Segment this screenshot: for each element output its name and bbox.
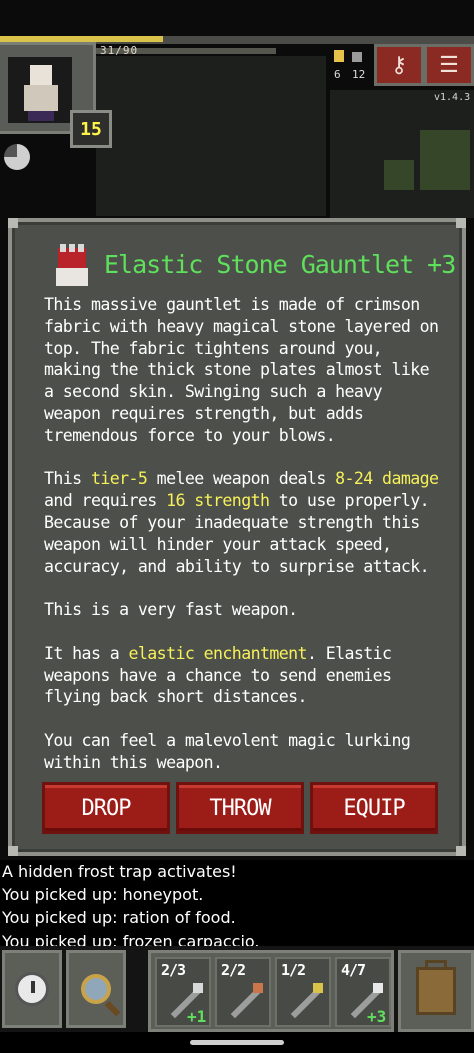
- moss-patch: [384, 160, 414, 190]
- gauntlet-icon: [52, 244, 92, 288]
- busy-indicator-icon: [4, 144, 30, 170]
- quickslot-charges: 1/2: [281, 961, 306, 979]
- stats-paragraph: This tier-5 melee weapon deals 8-24 dama…: [44, 468, 444, 577]
- stats-text: melee weapon deals: [147, 469, 336, 489]
- quickslot-bonus: +1: [187, 1007, 207, 1026]
- enchantment-highlight: elastic enchantment: [128, 643, 308, 663]
- hero-legs: [28, 111, 54, 121]
- version-label: v1.4.3: [434, 92, 471, 103]
- quickslot-charges: 4/7: [341, 961, 366, 979]
- level-badge: 15: [70, 110, 112, 148]
- quickslot-bar: 2/3 +1 2/2 1/2 4/7 +3: [148, 950, 394, 1032]
- clock-icon: [15, 972, 49, 1006]
- window-corner: [456, 846, 466, 856]
- enchantment-paragraph: It has a elastic enchantment. Elastic we…: [44, 643, 444, 708]
- magnifier-icon: [81, 974, 111, 1004]
- ench-text: It has a: [44, 643, 129, 663]
- menu-icon: ☰: [439, 52, 459, 78]
- depth-count: 12: [352, 68, 366, 81]
- stats-text: This: [44, 469, 91, 489]
- search-button[interactable]: [66, 950, 126, 1028]
- backpack-button[interactable]: [398, 950, 474, 1032]
- gauntlet-knuckle: [60, 244, 66, 252]
- quickslot-charges: 2/2: [221, 961, 246, 979]
- wand-tip: [373, 983, 383, 993]
- gauntlet-cuff: [56, 268, 88, 286]
- log-line: A hidden frost trap activates!: [2, 862, 237, 881]
- quickslot-2[interactable]: 2/2: [215, 957, 271, 1027]
- wand-tip: [193, 983, 203, 993]
- item-info-window: Elastic Stone Gauntlet +3 This massive g…: [8, 218, 466, 856]
- wand-tip: [313, 983, 323, 993]
- window-corner: [8, 218, 18, 228]
- item-actions: DROP THROW EQUIP: [42, 782, 438, 834]
- gauntlet-knuckle: [78, 244, 84, 252]
- quickslot-3[interactable]: 1/2: [275, 957, 331, 1027]
- window-corner: [8, 846, 18, 856]
- hero-sprite: [8, 57, 72, 123]
- equip-button[interactable]: EQUIP: [310, 782, 438, 834]
- gold-count: 6: [334, 68, 341, 81]
- damage-highlight: 8-24 damage: [335, 469, 439, 489]
- curse-paragraph: You can feel a malevolent magic lurking …: [44, 730, 411, 772]
- throw-button[interactable]: THROW: [176, 782, 304, 834]
- journal-button[interactable]: ⚷: [374, 44, 424, 86]
- drop-button[interactable]: DROP: [42, 782, 170, 834]
- stats-text: and requires: [44, 491, 167, 511]
- gauntlet-knuckle: [69, 244, 75, 252]
- item-description: This massive gauntlet is made of crimson…: [44, 294, 444, 795]
- hero-body: [24, 85, 58, 111]
- floor-tile: [96, 56, 326, 216]
- speed-paragraph: This is a very fast weapon.: [44, 600, 298, 620]
- quickslot-charges: 2/3: [161, 961, 186, 979]
- description-paragraph: This massive gauntlet is made of crimson…: [44, 295, 439, 445]
- moss-patch: [420, 130, 470, 190]
- home-indicator[interactable]: [190, 1040, 284, 1045]
- backpack-icon: [416, 960, 456, 1015]
- hp-text: 31/90: [100, 44, 139, 57]
- strength-highlight: 16 strength: [166, 491, 270, 511]
- wand-tip: [253, 983, 263, 993]
- gold-icon: [334, 50, 344, 62]
- menu-button[interactable]: ☰: [424, 44, 474, 86]
- game-log: A hidden frost trap activates! You picke…: [2, 860, 260, 953]
- quickslot-4[interactable]: 4/7 +3: [335, 957, 391, 1027]
- depth-icon: [352, 52, 362, 62]
- log-line: You picked up: honeypot.: [2, 885, 204, 905]
- hero-head: [30, 65, 52, 85]
- quickslot-1[interactable]: 2/3 +1: [155, 957, 211, 1027]
- resource-counters: 6 12: [328, 50, 372, 84]
- key-icon: ⚷: [390, 52, 408, 78]
- wait-button[interactable]: [2, 950, 62, 1028]
- window-corner: [456, 218, 466, 228]
- quickslot-bonus: +3: [367, 1007, 387, 1026]
- tier-highlight: tier-5: [90, 469, 148, 489]
- log-line: You picked up: ration of food.: [2, 908, 236, 928]
- item-title: Elastic Stone Gauntlet +3: [104, 250, 456, 279]
